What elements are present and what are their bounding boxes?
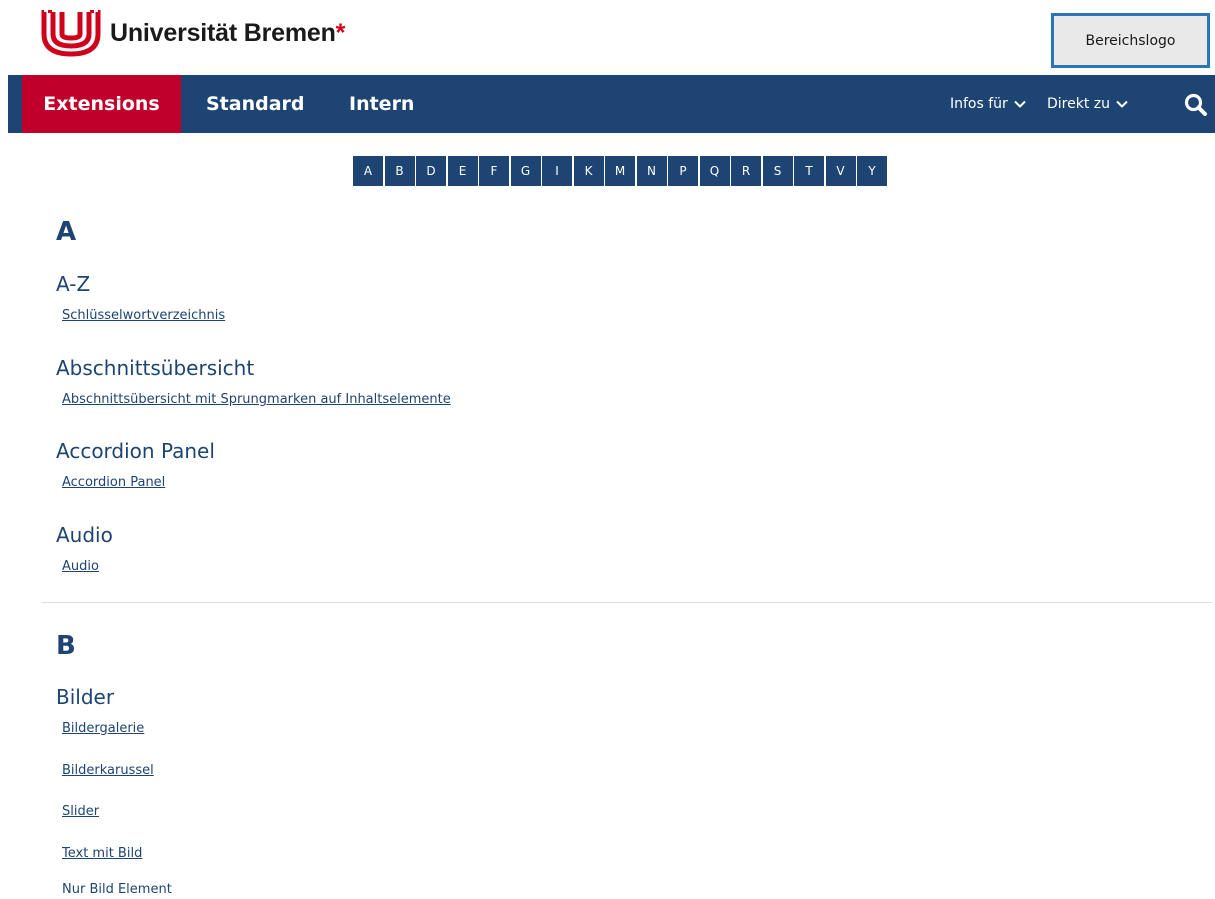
- nav-direkt-zu-label: Direkt zu: [1047, 96, 1110, 112]
- alphabet-link-i[interactable]: I: [542, 156, 572, 186]
- alphabet-link-t[interactable]: T: [794, 156, 824, 186]
- link-schluesselwortverzeichnis[interactable]: Schlüsselwortverzeichnis: [62, 308, 225, 323]
- link-bilderkarussel[interactable]: Bilderkarussel: [62, 763, 154, 778]
- logo-star: *: [335, 18, 346, 47]
- alphabet-link-k[interactable]: K: [573, 156, 604, 186]
- group-title-accordion-panel: Accordion Panel: [56, 439, 215, 463]
- link-bildergalerie[interactable]: Bildergalerie: [62, 721, 144, 736]
- bereichslogo-button[interactable]: Bereichslogo: [1051, 13, 1210, 68]
- nav-infos-fuer-label: Infos für: [950, 96, 1008, 112]
- link-slider[interactable]: Slider: [62, 804, 99, 819]
- group-title-audio: Audio: [56, 523, 113, 547]
- alphabet-index: A B D E F G I K M N P Q R S T V Y: [353, 156, 889, 186]
- group-title-a-z: A-Z: [56, 272, 91, 296]
- chevron-down-icon: [1116, 100, 1128, 108]
- section-divider: [42, 602, 1212, 603]
- alphabet-link-a[interactable]: A: [353, 156, 383, 186]
- alphabet-link-g[interactable]: G: [510, 156, 541, 186]
- nav-direkt-zu[interactable]: Direkt zu: [1047, 75, 1128, 133]
- logo-text: Universität Bremen: [110, 18, 336, 47]
- link-nur-bild-element[interactable]: Nur Bild Element: [62, 882, 172, 897]
- main-navigation: Extensions Standard Intern Infos für Dir…: [8, 75, 1215, 133]
- university-logo-icon: [41, 8, 101, 57]
- alphabet-link-v[interactable]: V: [825, 156, 856, 186]
- alphabet-link-q[interactable]: Q: [699, 156, 730, 186]
- nav-item-extensions[interactable]: Extensions: [22, 75, 181, 133]
- nav-infos-fuer[interactable]: Infos für: [950, 75, 1026, 133]
- alphabet-link-r[interactable]: R: [731, 156, 761, 186]
- alphabet-link-y[interactable]: Y: [857, 156, 887, 186]
- section-letter-a: A: [56, 217, 77, 247]
- link-abschnittsuebersicht[interactable]: Abschnittsübersicht mit Sprungmarken auf…: [62, 392, 451, 407]
- alphabet-link-p[interactable]: P: [668, 156, 698, 186]
- link-accordion-panel[interactable]: Accordion Panel: [62, 475, 165, 490]
- chevron-down-icon: [1014, 100, 1026, 108]
- group-title-bilder: Bilder: [56, 685, 115, 709]
- section-letter-b: B: [56, 631, 76, 661]
- link-text-mit-bild[interactable]: Text mit Bild: [62, 846, 142, 861]
- site-header: Universität Bremen * Bereichslogo: [0, 0, 1215, 75]
- alphabet-link-m[interactable]: M: [605, 156, 635, 186]
- alphabet-link-d[interactable]: D: [416, 156, 446, 186]
- nav-item-intern[interactable]: Intern: [349, 75, 414, 133]
- nav-item-standard[interactable]: Standard: [206, 75, 305, 133]
- alphabet-link-f[interactable]: F: [479, 156, 509, 186]
- university-logo[interactable]: Universität Bremen *: [40, 8, 345, 58]
- link-audio[interactable]: Audio: [62, 559, 99, 574]
- alphabet-link-n[interactable]: N: [636, 156, 667, 186]
- alphabet-link-b[interactable]: B: [384, 156, 415, 186]
- alphabet-link-s[interactable]: S: [762, 156, 793, 186]
- search-icon[interactable]: [1183, 92, 1209, 118]
- group-title-abschnittsuebersicht: Abschnittsübersicht: [56, 356, 255, 380]
- alphabet-link-e[interactable]: E: [447, 156, 478, 186]
